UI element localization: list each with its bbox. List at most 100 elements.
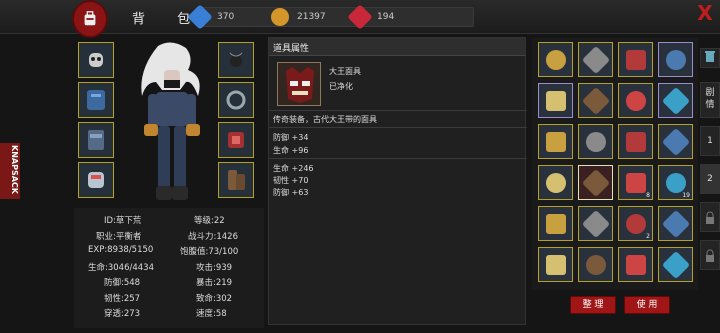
tab-page-1-label: 1 xyxy=(707,136,713,146)
inventory-slot-hook-ring[interactable] xyxy=(538,165,573,200)
inventory-slot-vial[interactable]: 2 xyxy=(618,206,653,241)
inventory-slot-blade-bottle[interactable] xyxy=(538,206,573,241)
blue-gem-value: 370 xyxy=(217,12,235,22)
stat-power: 战斗力:1426 xyxy=(188,232,238,242)
inventory-slot-blood-flask[interactable] xyxy=(658,206,693,241)
inventory-slot-goggles[interactable] xyxy=(618,124,653,159)
stat-level: 等级:22 xyxy=(194,216,225,226)
inventory-slot-king-mask[interactable] xyxy=(578,165,613,200)
item-count: 19 xyxy=(682,192,690,199)
item-extra-stat: 韧性 +70 xyxy=(273,176,309,185)
use-button[interactable]: 使 用 xyxy=(624,296,670,314)
inventory-slot-blue-mushroom[interactable] xyxy=(578,247,613,282)
syringe-blade-icon xyxy=(625,49,646,70)
inventory-slot-gold-bar[interactable]: 8 xyxy=(618,165,653,200)
inventory-slot-top-hat-mask[interactable] xyxy=(658,42,693,77)
lock-icon xyxy=(700,202,720,232)
item-extra-stat: 防御 +63 xyxy=(273,188,309,197)
item-panel-header: 道具属性 xyxy=(269,38,525,56)
boots-2-icon xyxy=(581,127,610,156)
inventory-slot-boots-2[interactable] xyxy=(578,124,613,159)
stat-toughness: 韧性:257 xyxy=(104,294,141,304)
stat-id: ID:草下荒 xyxy=(104,216,142,226)
inventory-slot-bolt[interactable] xyxy=(618,247,653,282)
item-count: 2 xyxy=(646,233,650,240)
belt-slot[interactable] xyxy=(218,82,254,118)
tab-story[interactable]: 剧情 xyxy=(700,82,720,118)
trash-button[interactable] xyxy=(700,48,720,68)
inventory-slot-horn[interactable] xyxy=(538,247,573,282)
red-gem-counter: 194 xyxy=(347,4,474,30)
inventory-slot-power-fist-2[interactable] xyxy=(658,124,693,159)
tab-page-2[interactable]: 2 xyxy=(700,164,720,194)
leather-boots-icon xyxy=(581,86,610,115)
red-mushroom-icon xyxy=(661,250,690,279)
tab-story-label: 剧情 xyxy=(705,88,715,110)
blue-mushroom-icon xyxy=(581,250,610,279)
inventory-slot-red-bottle[interactable] xyxy=(578,206,613,241)
bolt-icon xyxy=(625,254,646,275)
stat-speed: 速度:58 xyxy=(196,309,227,319)
stats-panel: ID:草下荒 等级:22 职业:平衡者 战斗力:1426 EXP:8938/51… xyxy=(74,208,264,328)
chest-armor-slot[interactable] xyxy=(78,82,114,118)
ring-slot[interactable] xyxy=(218,122,254,158)
item-base-stat: 生命 +96 xyxy=(273,146,309,155)
divider xyxy=(269,158,527,159)
stat-hunger: 饱腹值:73/100 xyxy=(180,247,239,257)
inventory-slot-blade-spike[interactable] xyxy=(578,42,613,77)
inventory-slot-armor-piece[interactable] xyxy=(538,83,573,118)
armor-piece-icon xyxy=(545,90,566,111)
inventory-slot-dagger[interactable] xyxy=(538,42,573,77)
inventory-slot-card[interactable]: 19 xyxy=(658,165,693,200)
inventory-slot-stick[interactable] xyxy=(618,83,653,118)
top-bar: 背 包 370 21397 194 X xyxy=(0,0,720,38)
stat-defense: 防御:548 xyxy=(104,278,141,288)
stat-fatal: 致命:302 xyxy=(196,294,233,304)
gold-coin-value: 21397 xyxy=(297,12,326,22)
tab-page-2-label: 2 xyxy=(707,174,713,184)
inventory-slot-power-fist[interactable] xyxy=(538,124,573,159)
inventory-slot-helmet[interactable] xyxy=(658,83,693,118)
red-gem-value: 194 xyxy=(377,12,395,22)
close-button[interactable]: X xyxy=(694,2,716,24)
mask-slot[interactable] xyxy=(78,42,114,78)
stat-attack: 攻击:939 xyxy=(196,263,233,273)
inventory-screen: 背 包 370 21397 194 X KNAPSACK ID:草下荒 等级:2… xyxy=(0,0,720,333)
stat-exp: EXP:8938/5150 xyxy=(88,245,154,255)
goggles-icon xyxy=(625,131,646,152)
power-fist-icon xyxy=(545,131,566,152)
blood-flask-icon xyxy=(661,209,690,238)
gauntlet-slot[interactable] xyxy=(78,162,114,198)
stat-pierce: 穿透:273 xyxy=(104,309,141,319)
item-panel-title: 道具属性 xyxy=(273,44,310,54)
lock-icon xyxy=(700,240,720,270)
amulet-slot[interactable] xyxy=(218,42,254,78)
stat-hp: 生命:3046/4434 xyxy=(88,263,154,273)
inventory-slot-red-mushroom[interactable] xyxy=(658,247,693,282)
item-detail-panel: 道具属性 大王面具 已净化 传奇装备，古代大王带的面具 防御 +34 生命 +9… xyxy=(268,37,527,325)
item-description: 传奇装备，古代大王带的面具 xyxy=(273,115,377,124)
king-mask-icon xyxy=(277,62,321,106)
leg-armor-slot[interactable] xyxy=(78,122,114,158)
stick-icon xyxy=(625,90,646,111)
item-state: 已净化 xyxy=(329,82,353,91)
stat-job: 职业:平衡者 xyxy=(96,232,142,242)
gold-bar-icon xyxy=(625,172,646,193)
inventory-slot-leather-boots[interactable] xyxy=(578,83,613,118)
top-hat-mask-icon xyxy=(661,45,690,74)
sort-button[interactable]: 整 理 xyxy=(570,296,616,314)
blade-bottle-icon xyxy=(545,213,566,234)
blade-spike-icon xyxy=(581,45,610,74)
boot-slot[interactable] xyxy=(218,162,254,198)
item-base-stat: 防御 +34 xyxy=(273,133,309,142)
item-name: 大王面具 xyxy=(329,67,361,76)
knapsack-label: KNAPSACK xyxy=(10,145,19,194)
red-bottle-icon xyxy=(581,209,610,238)
tab-page-1[interactable]: 1 xyxy=(700,126,720,156)
inventory-slot-syringe-blade[interactable] xyxy=(618,42,653,77)
character-portrait xyxy=(128,40,214,204)
divider xyxy=(269,110,527,111)
item-count: 8 xyxy=(646,192,650,199)
divider xyxy=(269,127,527,128)
dagger-icon xyxy=(545,49,566,70)
